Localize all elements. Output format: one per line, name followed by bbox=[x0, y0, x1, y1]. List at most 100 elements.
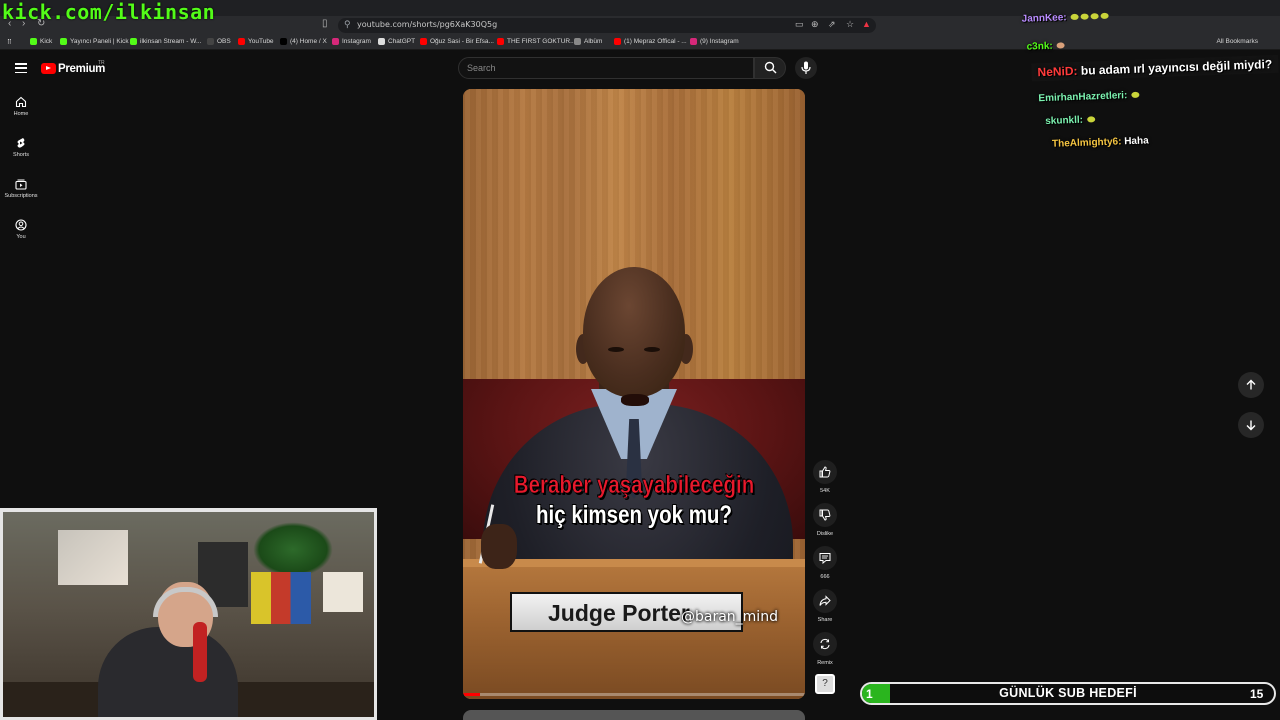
dislike-button[interactable] bbox=[813, 503, 837, 527]
video-progress-track[interactable] bbox=[463, 693, 805, 696]
judge-eye bbox=[608, 347, 624, 352]
streamer-webcam bbox=[0, 508, 377, 720]
judge-bench bbox=[463, 567, 805, 699]
caption-line-2: hiç kimsen yok mu? bbox=[536, 501, 732, 529]
share-icon[interactable]: ⇗ bbox=[828, 19, 836, 30]
bookmark-item[interactable]: Instagram bbox=[332, 38, 371, 45]
sub-goal-title: GÜNLÜK SUB HEDEFİ bbox=[999, 686, 1137, 700]
chat-message: TheAlmighty6: Haha bbox=[1052, 135, 1149, 149]
bookmark-favicon-icon bbox=[420, 38, 427, 45]
arrow-down-icon bbox=[1246, 420, 1256, 431]
comments-action[interactable]: 666 bbox=[813, 546, 837, 580]
search-input[interactable] bbox=[458, 57, 754, 79]
emote-icon bbox=[1056, 42, 1065, 49]
extension-icon[interactable]: ▲ bbox=[862, 19, 871, 29]
bookmark-label: Albüm bbox=[584, 38, 603, 45]
guide-home[interactable]: Home bbox=[0, 96, 42, 117]
chat-username: c3nk: bbox=[1026, 40, 1053, 53]
comments-button[interactable] bbox=[813, 546, 837, 570]
bookmark-label: Oğuz Sasi - Bir Efsa... bbox=[430, 38, 494, 45]
bookmark-item[interactable]: (1) Mepraz Offical - ... bbox=[614, 38, 687, 45]
bookmark-item[interactable]: (4) Home / X bbox=[280, 38, 327, 45]
comment-icon bbox=[819, 553, 831, 564]
bookmark-favicon-icon bbox=[690, 38, 697, 45]
search-placeholder: Search bbox=[467, 63, 496, 73]
chat-message: skunkll: bbox=[1045, 114, 1096, 127]
judge-head bbox=[583, 267, 685, 397]
video-progress-fill bbox=[463, 693, 481, 696]
wall-poster bbox=[58, 530, 128, 585]
bookmark-favicon-icon bbox=[207, 38, 214, 45]
bookmark-label: ilkinsan Stream - W... bbox=[140, 38, 202, 45]
bookmark-item[interactable]: YouTube bbox=[238, 38, 274, 45]
short-video-player[interactable]: Judge Porter @baran_mind Beraber yaşayab… bbox=[463, 89, 805, 699]
bookmark-favicon-icon bbox=[378, 38, 385, 45]
bookmark-favicon-icon bbox=[30, 38, 37, 45]
wall-poster bbox=[251, 572, 311, 624]
sound-thumbnail[interactable]: ? bbox=[815, 674, 835, 694]
guide-you[interactable]: You bbox=[0, 219, 42, 240]
chat-text: Haha bbox=[1124, 135, 1149, 148]
star-icon[interactable]: ☆ bbox=[846, 19, 854, 30]
like-button[interactable] bbox=[813, 460, 837, 484]
remix-action[interactable]: Remix bbox=[813, 632, 837, 666]
share-action[interactable]: Share bbox=[813, 589, 837, 623]
menu-icon[interactable] bbox=[15, 63, 27, 73]
stream-chat-overlay: JannKee: c3nk: NeNiD: bu adam ırl yayınc… bbox=[1015, 0, 1280, 160]
bookmark-page-icon[interactable]: ▯ bbox=[322, 18, 328, 29]
bookmark-label: (9) Instagram bbox=[700, 38, 739, 45]
apps-icon[interactable]: ⠿ bbox=[7, 38, 12, 46]
site-info-icon[interactable]: ⚲ bbox=[344, 19, 351, 30]
guide-subscriptions[interactable]: Subscriptions bbox=[0, 178, 42, 199]
plant bbox=[253, 522, 333, 577]
chat-text: bu adam ırl yayıncısı değil miydi? bbox=[1080, 57, 1273, 78]
chat-username: NeNiD: bbox=[1037, 63, 1078, 80]
chat-message: EmirhanHazretleri: bbox=[1038, 90, 1140, 104]
creator-handle: @baran_mind bbox=[681, 609, 778, 625]
bookmark-item[interactable]: Kick bbox=[30, 38, 52, 45]
chat-message: NeNiD: bu adam ırl yayıncısı değil miydi… bbox=[1031, 54, 1279, 82]
bookmark-item[interactable]: OBS bbox=[207, 38, 231, 45]
address-url[interactable]: youtube.com/shorts/pg6XaK30Q5g bbox=[357, 20, 497, 29]
remix-icon bbox=[820, 638, 830, 650]
bookmark-favicon-icon bbox=[614, 38, 621, 45]
guide-home-label: Home bbox=[13, 111, 29, 117]
bookmark-item[interactable]: THE FIRST GOKTUR... bbox=[497, 38, 576, 45]
thumbs-down-icon bbox=[819, 509, 831, 521]
caption-line-1: Beraber yaşayabileceğin bbox=[513, 471, 755, 500]
bookmark-favicon-icon bbox=[238, 38, 245, 45]
bookmark-item[interactable]: Albüm bbox=[574, 38, 602, 45]
judge-mouth bbox=[621, 394, 649, 406]
next-short-preview[interactable] bbox=[463, 710, 805, 720]
chat-message: c3nk: bbox=[1026, 40, 1065, 53]
bookmark-label: (4) Home / X bbox=[290, 38, 327, 45]
share-label: Share bbox=[817, 617, 833, 623]
bookmark-favicon-icon bbox=[497, 38, 504, 45]
bookmark-item[interactable]: (9) Instagram bbox=[690, 38, 739, 45]
emote-icon bbox=[1070, 14, 1079, 21]
bookmark-item[interactable]: Yayıncı Paneli | Kick bbox=[60, 38, 129, 45]
bookmark-item[interactable]: ChatGPT bbox=[378, 38, 415, 45]
bookmark-favicon-icon bbox=[130, 38, 137, 45]
dislike-action[interactable]: Dislike bbox=[813, 503, 837, 537]
thumbs-up-icon bbox=[819, 466, 831, 478]
remix-button[interactable] bbox=[813, 632, 837, 656]
mic-icon[interactable] bbox=[801, 61, 811, 80]
bookmark-item[interactable]: ilkinsan Stream - W... bbox=[130, 38, 201, 45]
like-action[interactable]: 54K bbox=[813, 460, 837, 494]
next-short-button[interactable] bbox=[1238, 412, 1264, 438]
comment-count: 666 bbox=[820, 574, 830, 580]
previous-short-button[interactable] bbox=[1238, 372, 1264, 398]
cast-icon[interactable]: ▭ bbox=[795, 19, 804, 30]
chat-username: JannKee: bbox=[1021, 12, 1067, 25]
zoom-icon[interactable]: ⊕ bbox=[811, 19, 819, 30]
search-icon[interactable] bbox=[764, 61, 777, 79]
subscriptions-icon bbox=[15, 179, 27, 190]
guide-shorts[interactable]: Shorts bbox=[0, 137, 42, 158]
bookmark-favicon-icon bbox=[332, 38, 339, 45]
you-icon bbox=[15, 219, 27, 231]
bookmark-item[interactable]: Oğuz Sasi - Bir Efsa... bbox=[420, 38, 494, 45]
bookmark-label: Kick bbox=[40, 38, 53, 45]
share-button[interactable] bbox=[813, 589, 837, 613]
chat-message: JannKee: bbox=[1021, 11, 1109, 25]
